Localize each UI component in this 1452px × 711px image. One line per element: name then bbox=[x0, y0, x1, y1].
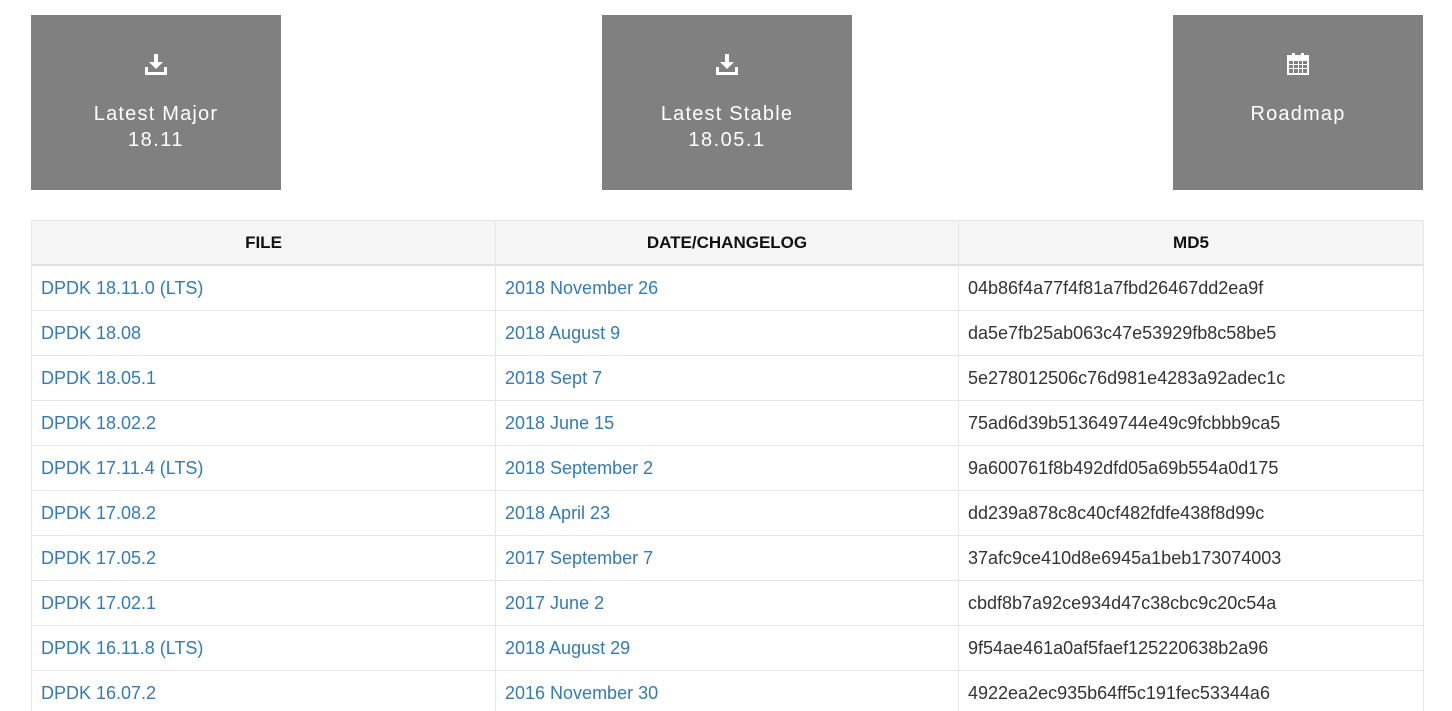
table-row: DPDK 16.11.8 (LTS) 2018 August 29 9f54ae… bbox=[31, 625, 1424, 671]
date-cell: 2018 November 26 bbox=[495, 264, 959, 311]
file-cell: DPDK 17.11.4 (LTS) bbox=[31, 445, 496, 491]
tile-version: 18.05.1 bbox=[688, 129, 766, 151]
file-link[interactable]: DPDK 18.11.0 (LTS) bbox=[41, 278, 203, 298]
date-cell: 2018 April 23 bbox=[495, 490, 959, 536]
date-cell: 2017 September 7 bbox=[495, 535, 959, 581]
table-row: DPDK 18.08 2018 August 9 da5e7fb25ab063c… bbox=[31, 310, 1424, 356]
file-link[interactable]: DPDK 17.02.1 bbox=[41, 593, 156, 613]
file-cell: DPDK 18.08 bbox=[31, 310, 496, 356]
file-link[interactable]: DPDK 18.08 bbox=[41, 323, 141, 343]
table-row: DPDK 18.05.1 2018 Sept 7 5e278012506c76d… bbox=[31, 355, 1424, 401]
changelog-link[interactable]: 2017 September 7 bbox=[505, 548, 653, 568]
file-link[interactable]: DPDK 16.11.8 (LTS) bbox=[41, 638, 203, 658]
table-row: DPDK 17.02.1 2017 June 2 cbdf8b7a92ce934… bbox=[31, 580, 1424, 626]
md5-cell: 9a600761f8b492dfd05a69b554a0d175 bbox=[958, 445, 1424, 491]
md5-cell: cbdf8b7a92ce934d47c38cbc9c20c54a bbox=[958, 580, 1424, 626]
file-link[interactable]: DPDK 18.05.1 bbox=[41, 368, 156, 388]
table-row: DPDK 18.02.2 2018 June 15 75ad6d39b51364… bbox=[31, 400, 1424, 446]
tile-label: Roadmap bbox=[1250, 103, 1346, 125]
date-cell: 2018 June 15 bbox=[495, 400, 959, 446]
file-cell: DPDK 18.05.1 bbox=[31, 355, 496, 401]
file-cell: DPDK 16.07.2 bbox=[31, 670, 496, 711]
md5-cell: dd239a878c8c40cf482fdfe438f8d99c bbox=[958, 490, 1424, 536]
table-row: DPDK 17.08.2 2018 April 23 dd239a878c8c4… bbox=[31, 490, 1424, 536]
file-link[interactable]: DPDK 16.07.2 bbox=[41, 683, 156, 703]
file-cell: DPDK 17.02.1 bbox=[31, 580, 496, 626]
file-link[interactable]: DPDK 17.08.2 bbox=[41, 503, 156, 523]
file-link[interactable]: DPDK 17.05.2 bbox=[41, 548, 156, 568]
latest-major-tile[interactable]: Latest Major 18.11 bbox=[31, 15, 281, 190]
changelog-link[interactable]: 2017 June 2 bbox=[505, 593, 604, 613]
roadmap-tile[interactable]: Roadmap bbox=[1173, 15, 1423, 190]
md5-cell: da5e7fb25ab063c47e53929fb8c58be5 bbox=[958, 310, 1424, 356]
md5-cell: 9f54ae461a0af5faef125220638b2a96 bbox=[958, 625, 1424, 671]
md5-cell: 5e278012506c76d981e4283a92adec1c bbox=[958, 355, 1424, 401]
file-link[interactable]: DPDK 17.11.4 (LTS) bbox=[41, 458, 203, 478]
calendar-icon bbox=[1286, 52, 1310, 76]
column-header-md5: MD5 bbox=[958, 220, 1424, 266]
latest-stable-tile[interactable]: Latest Stable 18.05.1 bbox=[602, 15, 852, 190]
release-tiles: Latest Major 18.11 Latest Stable 18.05.1 bbox=[31, 15, 1423, 190]
tile-label: Latest Stable bbox=[660, 103, 794, 125]
table-row: DPDK 17.11.4 (LTS) 2018 September 2 9a60… bbox=[31, 445, 1424, 491]
date-cell: 2018 Sept 7 bbox=[495, 355, 959, 401]
md5-cell: 04b86f4a77f4f81a7fbd26467dd2ea9f bbox=[958, 264, 1424, 311]
changelog-link[interactable]: 2018 September 2 bbox=[505, 458, 653, 478]
file-cell: DPDK 17.05.2 bbox=[31, 535, 496, 581]
downloads-table: FILE DATE/CHANGELOG MD5 DPDK 18.11.0 (LT… bbox=[31, 220, 1424, 711]
md5-cell: 37afc9ce410d8e6945a1beb173074003 bbox=[958, 535, 1424, 581]
changelog-link[interactable]: 2018 Sept 7 bbox=[505, 368, 602, 388]
md5-cell: 75ad6d39b513649744e49c9fcbbb9ca5 bbox=[958, 400, 1424, 446]
table-row: DPDK 17.05.2 2017 September 7 37afc9ce41… bbox=[31, 535, 1424, 581]
changelog-link[interactable]: 2018 April 23 bbox=[505, 503, 610, 523]
file-link[interactable]: DPDK 18.02.2 bbox=[41, 413, 156, 433]
changelog-link[interactable]: 2018 November 26 bbox=[505, 278, 658, 298]
date-cell: 2018 September 2 bbox=[495, 445, 959, 491]
date-cell: 2018 August 9 bbox=[495, 310, 959, 356]
tile-version: 18.11 bbox=[127, 129, 185, 151]
file-cell: DPDK 17.08.2 bbox=[31, 490, 496, 536]
changelog-link[interactable]: 2018 June 15 bbox=[505, 413, 614, 433]
date-cell: 2016 November 30 bbox=[495, 670, 959, 711]
changelog-link[interactable]: 2018 August 9 bbox=[505, 323, 620, 343]
changelog-link[interactable]: 2018 August 29 bbox=[505, 638, 630, 658]
table-header-row: FILE DATE/CHANGELOG MD5 bbox=[31, 220, 1424, 266]
md5-cell: 4922ea2ec935b64ff5c191fec53344a6 bbox=[958, 670, 1424, 711]
download-icon bbox=[144, 52, 168, 76]
changelog-link[interactable]: 2016 November 30 bbox=[505, 683, 658, 703]
downloads-page: Latest Major 18.11 Latest Stable 18.05.1 bbox=[0, 0, 1452, 711]
table-row: DPDK 18.11.0 (LTS) 2018 November 26 04b8… bbox=[31, 264, 1424, 311]
date-cell: 2018 August 29 bbox=[495, 625, 959, 671]
file-cell: DPDK 18.11.0 (LTS) bbox=[31, 264, 496, 311]
file-cell: DPDK 16.11.8 (LTS) bbox=[31, 625, 496, 671]
file-cell: DPDK 18.02.2 bbox=[31, 400, 496, 446]
date-cell: 2017 June 2 bbox=[495, 580, 959, 626]
tile-label: Latest Major bbox=[93, 103, 219, 125]
column-header-file: FILE bbox=[31, 220, 496, 266]
download-icon bbox=[715, 52, 739, 76]
column-header-date: DATE/CHANGELOG bbox=[495, 220, 959, 266]
table-row: DPDK 16.07.2 2016 November 30 4922ea2ec9… bbox=[31, 670, 1424, 711]
